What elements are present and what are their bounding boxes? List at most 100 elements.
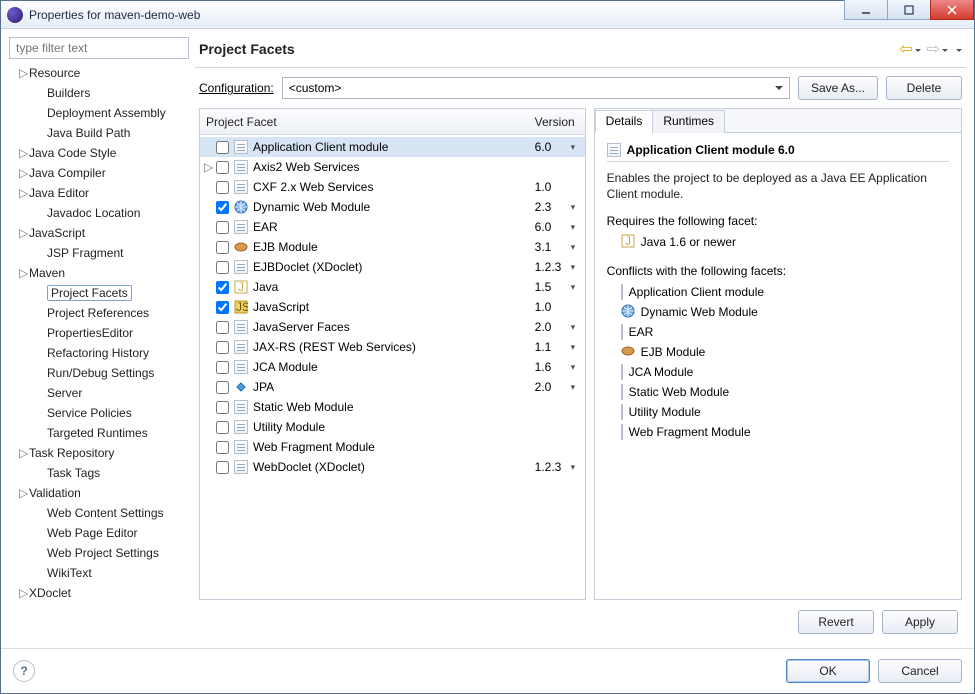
tree-item[interactable]: ▷WikiText	[9, 563, 189, 583]
tab-details[interactable]: Details	[595, 110, 654, 133]
tree-item[interactable]: ▷Task Tags	[9, 463, 189, 483]
doc-icon	[233, 399, 249, 415]
col-project-facet[interactable]: Project Facet	[200, 115, 529, 129]
configuration-combo[interactable]: <custom>	[282, 77, 790, 99]
version-dropdown-icon[interactable]: ▾	[571, 142, 581, 153]
facet-checkbox[interactable]	[216, 141, 229, 154]
tree-item[interactable]: ▷Deployment Assembly	[9, 103, 189, 123]
facet-checkbox[interactable]	[216, 421, 229, 434]
tree-item[interactable]: ▷Task Repository	[9, 443, 189, 463]
facet-checkbox[interactable]	[216, 221, 229, 234]
version-dropdown-icon[interactable]: ▾	[571, 282, 581, 293]
version-dropdown-icon[interactable]: ▾	[571, 222, 581, 233]
apply-button[interactable]: Apply	[882, 610, 958, 634]
facet-checkbox[interactable]	[216, 181, 229, 194]
tree-item[interactable]: ▷PropertiesEditor	[9, 323, 189, 343]
tree-item[interactable]: ▷Project References	[9, 303, 189, 323]
facet-checkbox[interactable]	[216, 161, 229, 174]
facet-row[interactable]: ▷JavaServer Faces2.0▾	[200, 317, 585, 337]
facet-checkbox[interactable]	[216, 461, 229, 474]
back-icon[interactable]: ⇦	[899, 39, 912, 59]
facet-row[interactable]: ▷CXF 2.x Web Services1.0	[200, 177, 585, 197]
tree-item[interactable]: ▷Resource	[9, 63, 189, 83]
tree-item[interactable]: ▷Project Facets	[9, 283, 189, 303]
tree-item[interactable]: ▷Web Project Settings	[9, 543, 189, 563]
facet-row[interactable]: ▷WebDoclet (XDoclet)1.2.3▾	[200, 457, 585, 477]
facet-row[interactable]: ▷JPA2.0▾	[200, 377, 585, 397]
forward-icon[interactable]: ⇨	[927, 39, 940, 59]
tree-item[interactable]: ▷Java Build Path	[9, 123, 189, 143]
tree-item[interactable]: ▷XDoclet	[9, 583, 189, 603]
tree-item[interactable]: ▷JSP Fragment	[9, 243, 189, 263]
facet-row[interactable]: ▷Utility Module	[200, 417, 585, 437]
save-as-button[interactable]: Save As...	[798, 76, 878, 100]
facet-row[interactable]: ▷JSJavaScript1.0	[200, 297, 585, 317]
facet-row[interactable]: ▷Axis2 Web Services	[200, 157, 585, 177]
facet-checkbox[interactable]	[216, 201, 229, 214]
help-button[interactable]: ?	[13, 660, 35, 682]
facet-checkbox[interactable]	[216, 441, 229, 454]
col-version[interactable]: Version	[529, 115, 585, 129]
tree-item[interactable]: ▷Web Page Editor	[9, 523, 189, 543]
maximize-button[interactable]	[887, 0, 931, 20]
cancel-button[interactable]: Cancel	[878, 659, 962, 683]
tree-item[interactable]: ▷Targeted Runtimes	[9, 423, 189, 443]
facet-row[interactable]: ▷EJBDoclet (XDoclet)1.2.3▾	[200, 257, 585, 277]
facet-row[interactable]: ▷EAR6.0▾	[200, 217, 585, 237]
revert-button[interactable]: Revert	[798, 610, 874, 634]
tree-item[interactable]: ▷JavaScript	[9, 223, 189, 243]
facet-row[interactable]: ▷EJB Module3.1▾	[200, 237, 585, 257]
tree-item[interactable]: ▷Refactoring History	[9, 343, 189, 363]
version-dropdown-icon[interactable]: ▾	[571, 202, 581, 213]
tree-item[interactable]: ▷Java Code Style	[9, 143, 189, 163]
facet-row[interactable]: ▷Static Web Module	[200, 397, 585, 417]
facet-checkbox[interactable]	[216, 381, 229, 394]
tree-item[interactable]: ▷Java Compiler	[9, 163, 189, 183]
version-dropdown-icon[interactable]: ▾	[571, 342, 581, 353]
facet-row[interactable]: ▷Web Fragment Module	[200, 437, 585, 457]
version-dropdown-icon[interactable]: ▾	[571, 462, 581, 473]
tab-runtimes[interactable]: Runtimes	[652, 110, 725, 133]
property-tree[interactable]: ▷Resource▷Builders▷Deployment Assembly▷J…	[9, 61, 189, 634]
facet-row[interactable]: ▷Application Client module6.0▾	[200, 137, 585, 157]
facet-checkbox[interactable]	[216, 281, 229, 294]
close-button[interactable]	[930, 0, 974, 20]
version-dropdown-icon[interactable]: ▾	[571, 362, 581, 373]
tree-item[interactable]: ▷Java Editor	[9, 183, 189, 203]
version-dropdown-icon[interactable]: ▾	[571, 322, 581, 333]
facet-row[interactable]: ▷JAX-RS (REST Web Services)1.1▾	[200, 337, 585, 357]
ok-button[interactable]: OK	[786, 659, 870, 683]
facet-checkbox[interactable]	[216, 261, 229, 274]
page-header: Project Facets ⇦ ⇨	[195, 37, 966, 68]
tree-item[interactable]: ▷Server	[9, 383, 189, 403]
facet-checkbox[interactable]	[216, 301, 229, 314]
tree-item[interactable]: ▷Builders	[9, 83, 189, 103]
facet-row[interactable]: ▷JJava1.5▾	[200, 277, 585, 297]
facet-row[interactable]: ▷JCA Module1.6▾	[200, 357, 585, 377]
tree-item[interactable]: ▷Maven	[9, 263, 189, 283]
svg-text:JS: JS	[236, 300, 248, 314]
tree-item[interactable]: ▷Run/Debug Settings	[9, 363, 189, 383]
tree-item[interactable]: ▷Service Policies	[9, 403, 189, 423]
facet-checkbox[interactable]	[216, 341, 229, 354]
facet-checkbox[interactable]	[216, 361, 229, 374]
filter-input[interactable]	[9, 37, 189, 59]
facet-table-panel: Project Facet Version ▷Application Clien…	[199, 108, 586, 600]
back-dropdown-icon[interactable]	[913, 42, 921, 56]
tree-item[interactable]: ▷Javadoc Location	[9, 203, 189, 223]
version-dropdown-icon[interactable]: ▾	[571, 242, 581, 253]
version-dropdown-icon[interactable]: ▾	[571, 262, 581, 273]
version-dropdown-icon[interactable]: ▾	[571, 382, 581, 393]
facet-row[interactable]: ▷Dynamic Web Module2.3▾	[200, 197, 585, 217]
view-menu-icon[interactable]	[954, 42, 962, 56]
tree-item[interactable]: ▷Validation	[9, 483, 189, 503]
facet-checkbox[interactable]	[216, 321, 229, 334]
tree-item[interactable]: ▷Web Content Settings	[9, 503, 189, 523]
facet-table-body[interactable]: ▷Application Client module6.0▾▷Axis2 Web…	[200, 135, 585, 599]
facet-checkbox[interactable]	[216, 401, 229, 414]
facet-name: WebDoclet (XDoclet)	[253, 460, 535, 474]
facet-checkbox[interactable]	[216, 241, 229, 254]
delete-button[interactable]: Delete	[886, 76, 962, 100]
minimize-button[interactable]	[844, 0, 888, 20]
forward-dropdown-icon[interactable]	[940, 42, 948, 56]
